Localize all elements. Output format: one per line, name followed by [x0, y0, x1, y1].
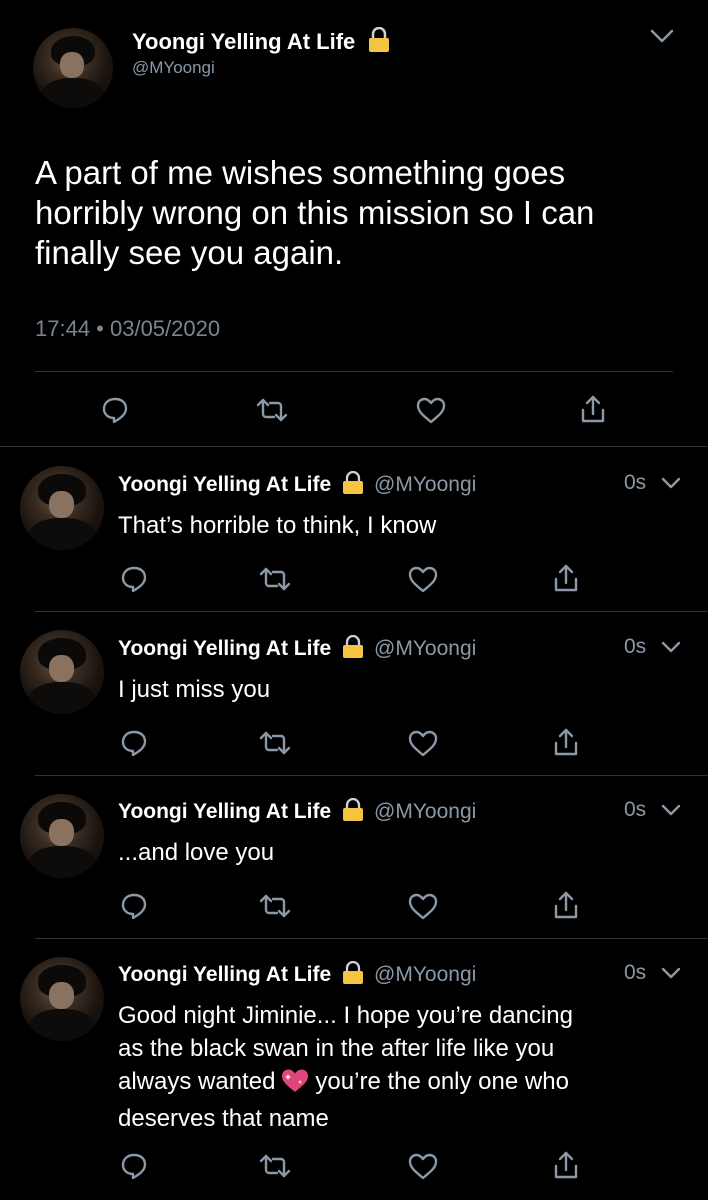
avatar[interactable]	[20, 630, 104, 714]
lock-icon	[342, 471, 364, 495]
chevron-down-icon[interactable]	[660, 965, 682, 981]
lock-icon	[367, 27, 391, 53]
reply-icon[interactable]	[120, 565, 148, 593]
main-tweet-timestamp[interactable]: 17:44 • 03/05/2020	[35, 316, 220, 342]
share-icon[interactable]	[553, 890, 579, 920]
avatar[interactable]	[20, 957, 104, 1041]
reply-text-line: Good night Jiminie... I hope you’re danc…	[118, 1002, 573, 1029]
lock-icon	[342, 961, 364, 985]
chevron-down-icon[interactable]	[660, 475, 682, 491]
reply-icon[interactable]	[120, 1152, 148, 1180]
reply-text: I just miss you	[118, 676, 271, 703]
reply-name[interactable]: Yoongi Yelling At Life	[118, 473, 331, 496]
reply-icon[interactable]	[101, 396, 129, 424]
retweet-icon[interactable]	[259, 566, 291, 592]
reply-text-segment: you’re the only one who	[315, 1068, 569, 1095]
reply-text: ...and love you	[118, 839, 275, 866]
reply-time[interactable]: 0s	[624, 798, 646, 822]
avatar[interactable]	[20, 466, 104, 550]
reply-header: Yoongi Yelling At Life @MYoongi	[118, 961, 476, 987]
like-icon[interactable]	[416, 397, 446, 424]
reply-handle[interactable]: @MYoongi	[374, 473, 476, 496]
main-tweet-name[interactable]: Yoongi Yelling At Life	[132, 27, 391, 55]
retweet-icon[interactable]	[259, 893, 291, 919]
reply-time[interactable]: 0s	[624, 961, 646, 985]
chevron-down-icon[interactable]	[648, 26, 676, 46]
reply-text: Good night Jiminie... I hope you’re danc…	[118, 999, 688, 1135]
divider	[0, 446, 708, 447]
like-icon[interactable]	[408, 893, 438, 920]
reply-header: Yoongi Yelling At Life @MYoongi	[118, 635, 476, 661]
like-icon[interactable]	[408, 566, 438, 593]
retweet-icon[interactable]	[259, 1153, 291, 1179]
reply-icon[interactable]	[120, 892, 148, 920]
avatar[interactable]	[33, 28, 113, 108]
like-icon[interactable]	[408, 1153, 438, 1180]
reply-text-line: always wanted you’re the only one who	[118, 1065, 688, 1102]
divider	[35, 938, 708, 939]
reply-header: Yoongi Yelling At Life @MYoongi	[118, 471, 476, 497]
share-icon[interactable]	[553, 1150, 579, 1180]
reply-text: That’s horrible to think, I know	[118, 512, 437, 539]
share-icon[interactable]	[580, 394, 606, 424]
divider	[35, 775, 708, 776]
divider	[35, 371, 673, 372]
like-icon[interactable]	[408, 730, 438, 757]
chevron-down-icon[interactable]	[660, 802, 682, 818]
reply-handle[interactable]: @MYoongi	[374, 963, 476, 986]
reply-time[interactable]: 0s	[624, 635, 646, 659]
main-tweet-handle[interactable]: @MYoongi	[132, 58, 215, 78]
lock-icon	[342, 635, 364, 659]
reply-name[interactable]: Yoongi Yelling At Life	[118, 963, 331, 986]
retweet-icon[interactable]	[259, 730, 291, 756]
main-tweet-text: A part of me wishes something goes horri…	[35, 154, 595, 271]
reply-time[interactable]: 0s	[624, 471, 646, 495]
chevron-down-icon[interactable]	[660, 639, 682, 655]
reply-text-segment: always wanted	[118, 1068, 276, 1095]
reply-header: Yoongi Yelling At Life @MYoongi	[118, 798, 476, 824]
reply-icon[interactable]	[120, 729, 148, 757]
reply-name[interactable]: Yoongi Yelling At Life	[118, 637, 331, 660]
avatar[interactable]	[20, 794, 104, 878]
reply-handle[interactable]: @MYoongi	[374, 637, 476, 660]
reply-text-line: as the black swan in the after life like…	[118, 1035, 555, 1062]
reply-name[interactable]: Yoongi Yelling At Life	[118, 800, 331, 823]
share-icon[interactable]	[553, 727, 579, 757]
sparkling-heart-emoji-icon	[281, 1068, 309, 1102]
reply-text-line: deserves that name	[118, 1105, 329, 1132]
divider	[35, 611, 708, 612]
share-icon[interactable]	[553, 563, 579, 593]
reply-handle[interactable]: @MYoongi	[374, 800, 476, 823]
retweet-icon[interactable]	[256, 397, 288, 423]
lock-icon	[342, 798, 364, 822]
